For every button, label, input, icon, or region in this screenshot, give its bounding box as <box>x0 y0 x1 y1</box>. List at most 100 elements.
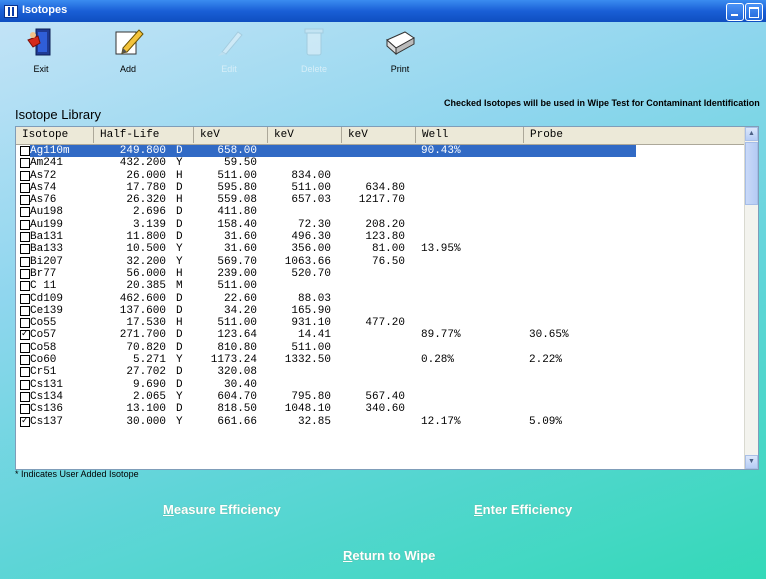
cell-kev-3: 634.80 <box>365 181 405 194</box>
col-well[interactable]: Well <box>416 127 524 143</box>
add-button[interactable]: Add <box>98 26 158 74</box>
row-checkbox[interactable] <box>20 293 30 304</box>
print-button[interactable]: Print <box>370 26 430 74</box>
cell-kev-2: 496.30 <box>291 231 331 244</box>
row-checkbox[interactable] <box>20 268 30 279</box>
row-checkbox[interactable] <box>20 232 30 243</box>
cell-half-life: 10.500 <box>126 243 166 256</box>
table-row[interactable]: Ba131 11.800 D 31.60 496.30 123.80 <box>16 231 744 243</box>
table-row[interactable]: As72 26.000 H 511.00 834.00 <box>16 170 744 182</box>
row-checkbox[interactable] <box>20 367 30 378</box>
cell-isotope: Cs131 <box>30 378 64 391</box>
edit-button[interactable]: Edit <box>199 26 259 74</box>
cell-unit: Y <box>176 243 183 256</box>
scroll-down-icon[interactable]: ▼ <box>745 455 758 469</box>
cell-well: 90.43% <box>421 145 461 157</box>
row-checkbox[interactable] <box>20 244 30 255</box>
col-isotope[interactable]: Isotope <box>16 127 94 143</box>
table-row[interactable]: Ba133 10.500 Y 31.60 356.00 81.00 13.95% <box>16 243 744 255</box>
row-checkbox[interactable] <box>20 256 30 267</box>
cell-unit: H <box>176 267 183 280</box>
app-icon <box>4 5 18 18</box>
cell-probe: 30.65% <box>529 329 569 342</box>
row-checkbox[interactable] <box>20 318 30 329</box>
cell-half-life: 20.385 <box>126 280 166 293</box>
table-row[interactable]: Co58 70.820 D 810.80 511.00 <box>16 342 744 354</box>
row-checkbox[interactable] <box>20 146 30 156</box>
row-checkbox[interactable] <box>20 170 30 181</box>
row-checkbox[interactable] <box>20 219 30 230</box>
cell-unit: D <box>176 206 183 219</box>
isotope-table[interactable]: Isotope Half-Life keV keV keV Well Probe… <box>15 126 759 470</box>
cell-well: 12.17% <box>421 415 461 428</box>
row-checkbox[interactable] <box>20 195 30 206</box>
cell-kev-1: 239.00 <box>217 267 257 280</box>
row-checkbox[interactable] <box>20 342 30 353</box>
table-row[interactable]: As76 26.320 H 559.08 657.03 1217.70 <box>16 194 744 206</box>
row-checkbox[interactable] <box>20 182 30 193</box>
row-checkbox[interactable] <box>20 207 30 218</box>
maximize-button[interactable] <box>745 3 763 21</box>
cell-half-life: 17.530 <box>126 317 166 330</box>
cell-unit: Y <box>176 255 183 268</box>
table-row[interactable]: Au198 2.696 D 411.80 <box>16 206 744 218</box>
table-row[interactable]: Co60 5.271 Y 1173.24 1332.50 0.28% 2.22% <box>16 354 744 366</box>
cell-half-life: 30.000 <box>126 415 166 428</box>
cell-kev-2: 657.03 <box>291 194 331 207</box>
table-row[interactable]: Ag110m 249.800 D 658.00 90.43% <box>16 145 744 158</box>
table-row[interactable]: Ce139 137.600 D 34.20 165.90 <box>16 305 744 317</box>
table-row[interactable]: Co55 17.530 H 511.00 931.10 477.20 <box>16 317 744 329</box>
measure-efficiency-button[interactable]: Measure Efficiency <box>163 502 281 517</box>
table-row[interactable]: Au199 3.139 D 158.40 72.30 208.20 <box>16 219 744 231</box>
cell-kev-2: 165.90 <box>291 304 331 317</box>
cell-kev-2: 520.70 <box>291 267 331 280</box>
row-checkbox[interactable] <box>20 281 30 292</box>
col-probe[interactable]: Probe <box>524 127 744 143</box>
row-checkbox[interactable] <box>20 415 30 427</box>
table-row[interactable]: Cd109 462.600 D 22.60 88.03 <box>16 293 744 305</box>
table-row[interactable]: Cs131 9.690 D 30.40 <box>16 379 744 391</box>
cell-half-life: 271.700 <box>119 329 166 342</box>
table-row[interactable]: Cs136 13.100 D 818.50 1048.10 340.60 <box>16 403 744 415</box>
measure-text: easure Efficiency <box>173 502 281 517</box>
table-row[interactable]: Co57 271.700 D 123.64 14.41 89.77% 30.65% <box>16 328 744 342</box>
table-row[interactable]: Cr51 27.702 D 320.08 <box>16 366 744 378</box>
cell-kev-1: 658.00 <box>217 145 257 157</box>
table-row[interactable]: Cs137 30.000 Y 661.66 32.85 12.17% 5.09% <box>16 415 744 428</box>
row-checkbox[interactable] <box>20 305 30 316</box>
row-checkbox[interactable] <box>20 355 30 366</box>
row-checkbox[interactable] <box>20 391 30 402</box>
col-kev-3[interactable]: keV <box>342 127 416 143</box>
enter-efficiency-button[interactable]: Enter Efficiency <box>474 502 572 517</box>
cell-kev-2: 88.03 <box>297 292 331 305</box>
table-row[interactable]: C 11 20.385 M 511.00 <box>16 280 744 292</box>
table-row[interactable]: As74 17.780 D 595.80 511.00 634.80 <box>16 182 744 194</box>
cell-kev-1: 511.00 <box>217 169 257 182</box>
row-checkbox[interactable] <box>20 379 30 390</box>
scroll-up-icon[interactable]: ▲ <box>745 127 758 141</box>
cell-isotope: Am241 <box>30 157 64 170</box>
exit-button[interactable]: Exit <box>11 26 71 74</box>
scroll-thumb[interactable] <box>745 142 758 205</box>
table-row[interactable]: Br77 56.000 H 239.00 520.70 <box>16 268 744 280</box>
delete-button[interactable]: Delete <box>284 26 344 74</box>
cell-isotope: Au199 <box>30 218 64 231</box>
vertical-scrollbar[interactable]: ▲ ▼ <box>744 127 758 469</box>
row-checkbox[interactable] <box>20 404 30 415</box>
row-checkbox[interactable] <box>20 158 30 169</box>
minimize-button[interactable] <box>726 3 744 21</box>
table-row[interactable]: Am241 432.200 Y 59.50 <box>16 157 744 169</box>
col-half-life[interactable]: Half-Life <box>94 127 194 143</box>
return-to-wipe-button[interactable]: Return to Wipe <box>343 548 435 563</box>
exit-door-icon <box>24 26 58 58</box>
cell-kev-3: 1217.70 <box>358 194 405 207</box>
cell-isotope: Co55 <box>30 317 57 330</box>
cell-unit: H <box>176 194 183 207</box>
cell-kev-1: 411.80 <box>217 206 257 219</box>
col-kev-2[interactable]: keV <box>268 127 342 143</box>
window-title: Isotopes <box>22 4 68 16</box>
table-row[interactable]: Bi207 32.200 Y 569.70 1063.66 76.50 <box>16 256 744 268</box>
col-kev-1[interactable]: keV <box>194 127 268 143</box>
table-row[interactable]: Cs134 2.065 Y 604.70 795.80 567.40 <box>16 391 744 403</box>
row-checkbox[interactable] <box>20 328 30 341</box>
